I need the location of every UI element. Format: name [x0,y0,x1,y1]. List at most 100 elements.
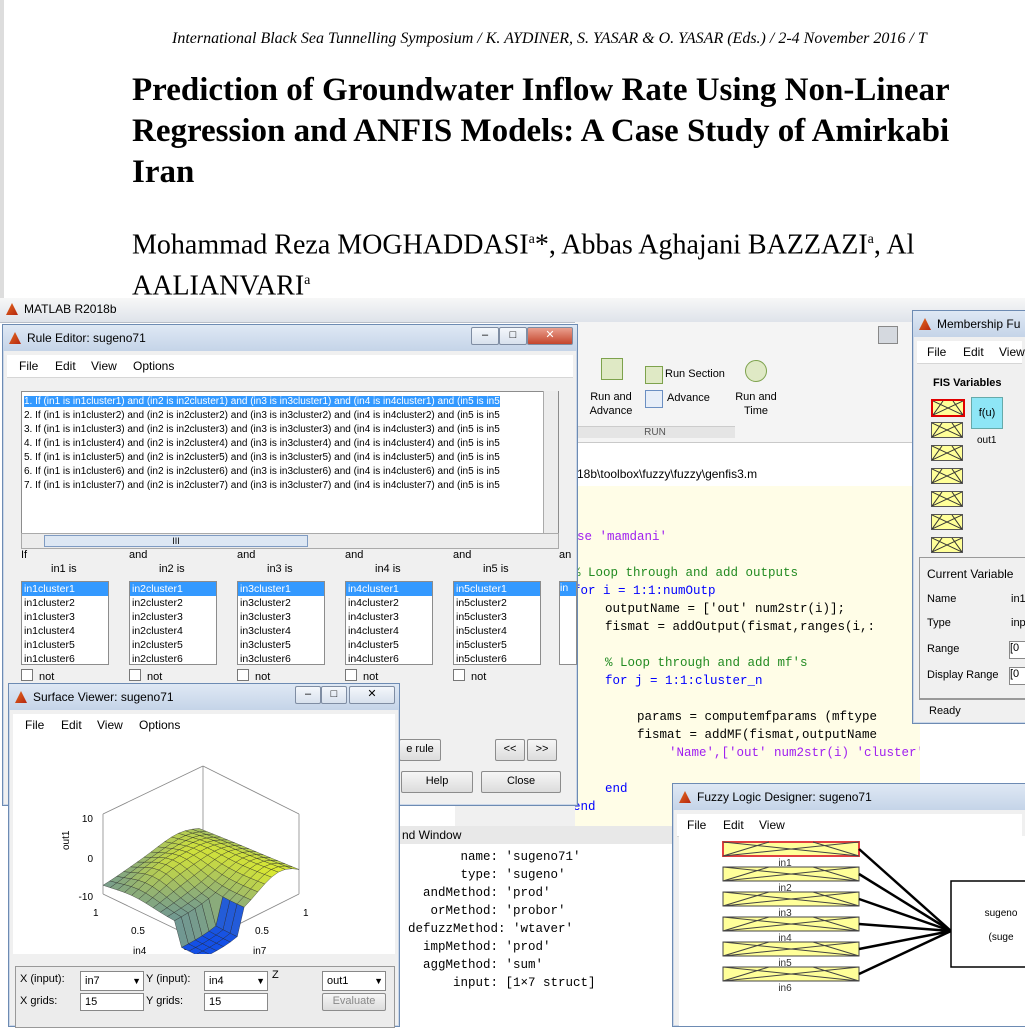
menu-options[interactable]: Options [133,359,174,373]
next-rule-button[interactable]: >> [527,739,557,761]
advance-icon[interactable] [645,390,663,408]
matlab-titlebar[interactable]: MATLAB R2018b [0,298,1025,323]
minimize-button[interactable]: – [471,327,499,345]
menu-file[interactable]: File [687,818,706,832]
mf-editor-titlebar[interactable]: Membership Fu [913,311,1025,337]
in6-listbox-partial[interactable]: in [559,581,577,665]
z-output-dropdown[interactable]: out1 ▼ [322,971,386,991]
membership-listbox[interactable]: in3cluster1 in3cluster2 in3cluster3 in3clus… [237,581,325,665]
list-item[interactable]: in2cluster5 [130,638,216,652]
list-item[interactable]: in3cluster1 [238,582,324,596]
menu-file[interactable]: File [25,718,44,732]
rule-list-vscroll[interactable] [543,391,558,533]
list-item[interactable]: in [560,582,576,596]
fis-system-block[interactable] [950,880,1025,968]
menu-options[interactable]: Options [139,718,180,732]
list-item[interactable]: in3cluster3 [238,610,324,624]
input-variable-box[interactable] [931,491,963,507]
list-item[interactable]: in5cluster1 [454,582,540,596]
fuzzy-logic-designer-window[interactable]: Fuzzy Logic Designer: sugeno71 File Edit… [672,783,1025,1027]
list-item[interactable]: in5cluster4 [454,624,540,638]
menu-view[interactable]: View [91,359,117,373]
scroll-thumb[interactable]: III [44,535,308,547]
rule-item[interactable]: 4. If (in1 is in1cluster4) and (in2 is i… [24,438,500,449]
rule-editor-titlebar[interactable]: Rule Editor: sugeno71 – □ ✕ [3,325,577,351]
help-button[interactable]: Help [401,771,473,793]
surface-plot[interactable]: out1 10 0 -10 1 0.5 0 0 0.5 1 in4 in7 [13,736,395,959]
menu-edit[interactable]: Edit [55,359,76,373]
list-item[interactable]: in3cluster6 [238,652,324,664]
list-item[interactable]: in2cluster3 [130,610,216,624]
file-path-bar[interactable]: 18b\toolbox\fuzzy\fuzzy\genfis3.m [575,462,920,487]
list-item[interactable]: in5cluster5 [454,638,540,652]
list-item[interactable]: in4cluster1 [346,582,432,596]
maximize-button[interactable]: □ [499,327,527,345]
y-grids-input[interactable]: 15 [204,993,268,1011]
menu-file[interactable]: File [19,359,38,373]
rule-item[interactable]: 5. If (in1 is in1cluster5) and (in2 is i… [24,452,500,463]
x-input-dropdown[interactable]: in7 ▼ [80,971,144,991]
list-item[interactable]: in1cluster5 [22,638,108,652]
menu-view[interactable]: View [999,345,1025,359]
not-checkbox[interactable]: not [21,669,54,683]
list-item[interactable]: in4cluster2 [346,596,432,610]
run-and-time-icon[interactable] [745,360,767,382]
close-window-button[interactable]: ✕ [527,327,573,345]
surface-viewer-window[interactable]: Surface Viewer: sugeno71 – □ ✕ File Edit… [8,683,400,1028]
rule-item[interactable]: 6. If (in1 is in1cluster6) and (in2 is i… [24,466,500,477]
surface-viewer-titlebar[interactable]: Surface Viewer: sugeno71 – □ ✕ [9,684,399,710]
command-window[interactable]: name: 'sugeno71' type: 'sugeno' andMetho… [400,844,675,1025]
run-section-button[interactable]: Run Section [665,368,725,380]
run-and-time-button[interactable]: Run and Time [733,390,779,418]
checkbox-box[interactable] [345,669,357,681]
rule-item[interactable]: 2. If (in1 is in1cluster2) and (in2 is i… [24,410,500,421]
list-item[interactable]: in5cluster3 [454,610,540,624]
fld-titlebar[interactable]: Fuzzy Logic Designer: sugeno71 [673,784,1025,810]
prev-rule-button[interactable]: << [495,739,525,761]
list-item[interactable]: in1cluster4 [22,624,108,638]
list-item[interactable]: in1cluster6 [22,652,108,664]
rule-item[interactable]: 1. If (in1 is in1cluster1) and (in2 is i… [24,396,500,407]
list-item[interactable]: in1cluster2 [22,596,108,610]
checkbox-box[interactable] [129,669,141,681]
menu-edit[interactable]: Edit [723,818,744,832]
input-variable-box[interactable] [931,537,963,553]
rule-item[interactable]: 3. If (in1 is in1cluster3) and (in2 is i… [24,424,500,435]
membership-listbox[interactable]: in1cluster1 in1cluster2 in1cluster3 in1clus… [21,581,109,665]
rule-list-hscroll[interactable]: III [21,533,559,549]
input-variable-box[interactable] [931,514,963,530]
save-icon[interactable] [878,326,898,344]
checkbox-box[interactable] [453,669,465,681]
input-variable-box[interactable] [931,445,963,461]
run-section-icon[interactable] [645,366,663,384]
list-item[interactable]: in3cluster5 [238,638,324,652]
evaluate-button[interactable]: Evaluate [322,993,386,1011]
code-editor[interactable]: se 'mamdani' % Loop through and add outpu… [575,486,920,826]
range-input[interactable]: [0 [1009,641,1025,659]
list-item[interactable]: in2cluster1 [130,582,216,596]
membership-function-editor-window[interactable]: Membership Fu File Edit View FIS Variabl… [912,310,1025,724]
run-and-advance-button[interactable]: Run and Advance [585,390,637,418]
menu-view[interactable]: View [97,718,123,732]
advance-button[interactable]: Advance [667,392,710,404]
rule-list[interactable]: 1. If (in1 is in1cluster1) and (in2 is i… [21,391,559,535]
membership-listbox[interactable]: in5cluster1 in5cluster2 in5cluster3 in5clus… [453,581,541,665]
list-item[interactable]: in4cluster4 [346,624,432,638]
checkbox-box[interactable] [21,669,33,681]
list-item[interactable]: in2cluster6 [130,652,216,664]
fis-input-block[interactable]: in5 [722,929,952,969]
menu-edit[interactable]: Edit [61,718,82,732]
list-item[interactable]: in1cluster1 [22,582,108,596]
menu-view[interactable]: View [759,818,785,832]
list-item[interactable]: in5cluster2 [454,596,540,610]
list-item[interactable]: in4cluster5 [346,638,432,652]
run-and-advance-icon[interactable] [601,358,623,380]
fis-input-block[interactable]: in6 [722,929,952,994]
maximize-button[interactable]: □ [321,686,347,704]
input-variable-box[interactable] [931,422,963,438]
menu-file[interactable]: File [927,345,946,359]
minimize-button[interactable]: – [295,686,321,704]
close-window-button[interactable]: ✕ [349,686,395,704]
input-variable-box[interactable] [931,468,963,484]
list-item[interactable]: in4cluster6 [346,652,432,664]
